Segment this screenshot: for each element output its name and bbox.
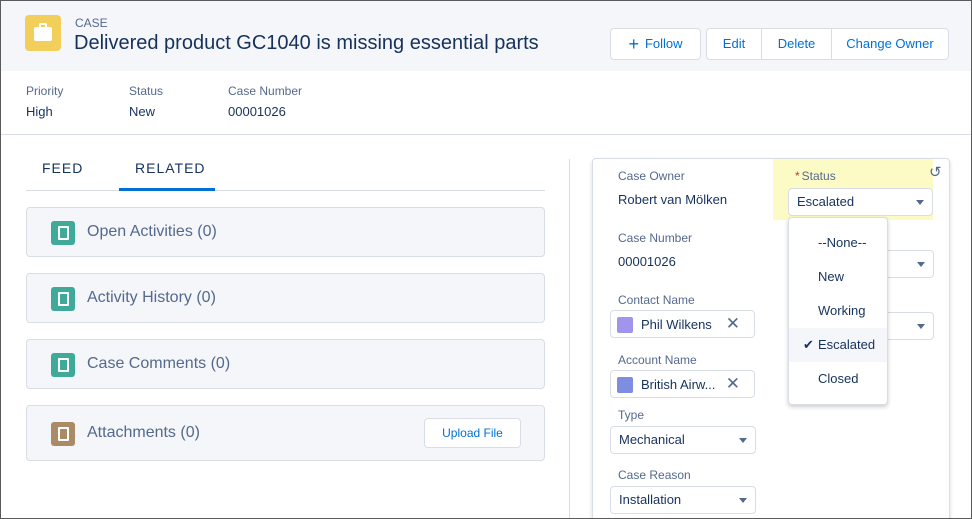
- status-option-closed[interactable]: Closed: [789, 362, 887, 396]
- related-list-open-activities[interactable]: Open Activities (0): [26, 207, 545, 257]
- tab-feed[interactable]: FEED: [42, 160, 83, 176]
- case-reason-label: Case Reason: [618, 468, 691, 482]
- activity-history-icon: [51, 287, 75, 311]
- case-owner-value: Robert van Mölken: [618, 192, 728, 207]
- contact-name-lookup[interactable]: Phil Wilkens ✕: [610, 310, 755, 338]
- related-list-title[interactable]: Activity History (0): [87, 289, 216, 307]
- account-name-label: Account Name: [618, 353, 697, 367]
- active-tab-indicator: [119, 188, 215, 191]
- type-select[interactable]: Mechanical: [610, 426, 756, 454]
- undo-icon[interactable]: ↺: [929, 163, 942, 181]
- contact-name-label: Contact Name: [618, 293, 695, 307]
- status-label-text: Status: [801, 169, 836, 183]
- follow-button[interactable]: + Follow: [610, 28, 701, 60]
- highlight-priority: Priority High: [26, 84, 63, 119]
- case-reason-select-value: Installation: [619, 492, 682, 507]
- plus-icon: +: [628, 34, 639, 54]
- highlight-value: 00001026: [228, 104, 286, 119]
- status-label: * Status: [795, 169, 836, 183]
- status-select-value: Escalated: [797, 194, 855, 209]
- highlight-value: High: [26, 104, 53, 119]
- delete-button[interactable]: Delete: [762, 28, 832, 60]
- related-list-attachments[interactable]: Attachments (0) Upload File: [26, 405, 545, 461]
- chevron-down-icon: [917, 324, 925, 329]
- status-option-escalated[interactable]: ✔ Escalated: [789, 328, 887, 362]
- status-select[interactable]: Escalated: [788, 188, 933, 216]
- chevron-down-icon: [739, 498, 747, 503]
- account-name-value: British Airw...: [641, 377, 716, 392]
- highlight-status: Status New: [129, 84, 163, 119]
- account-name-lookup[interactable]: British Airw... ✕: [610, 370, 755, 398]
- highlight-label: Status: [129, 84, 164, 98]
- origin-select[interactable]: [888, 312, 934, 340]
- highlight-value: New: [129, 104, 156, 119]
- chevron-down-icon: [917, 262, 925, 267]
- contact-icon: [617, 317, 633, 333]
- status-option-working[interactable]: Working: [789, 294, 887, 328]
- related-list-case-comments[interactable]: Case Comments (0): [26, 339, 545, 389]
- inline-edit-panel: ↺ Case Owner Robert van Mölken * Status E…: [592, 158, 950, 518]
- type-select-value: Mechanical: [619, 432, 685, 447]
- column-divider: [569, 159, 570, 518]
- attachment-icon: [51, 422, 75, 446]
- case-number-label: Case Number: [618, 231, 693, 245]
- status-option-label: Escalated: [818, 337, 876, 352]
- upload-file-button[interactable]: Upload File: [424, 418, 521, 448]
- follow-label: Follow: [644, 36, 683, 51]
- edit-button[interactable]: Edit: [706, 28, 762, 60]
- app-frame: CASE Delivered product GC1040 is missing…: [0, 0, 972, 519]
- case-number-value: 00001026: [618, 254, 676, 269]
- status-option-new[interactable]: New: [789, 260, 887, 294]
- clear-account-icon[interactable]: ✕: [726, 374, 740, 394]
- comments-icon: [51, 353, 75, 377]
- related-list-title[interactable]: Open Activities (0): [87, 223, 217, 241]
- activities-icon: [51, 221, 75, 245]
- check-icon: ✔: [803, 337, 814, 352]
- contact-name-value: Phil Wilkens: [641, 317, 712, 332]
- related-list-title[interactable]: Attachments (0): [87, 424, 200, 442]
- status-option-none[interactable]: --None--: [789, 226, 887, 260]
- related-list-activity-history[interactable]: Activity History (0): [26, 273, 545, 323]
- type-label: Type: [618, 408, 645, 422]
- highlight-case-number: Case Number 00001026: [228, 84, 302, 119]
- highlight-label: Case Number: [228, 84, 303, 98]
- page-title: Delivered product GC1040 is missing esse…: [74, 32, 539, 54]
- record-header: CASE Delivered product GC1040 is missing…: [1, 1, 971, 71]
- briefcase-icon: [25, 15, 61, 51]
- required-marker: *: [795, 169, 800, 183]
- object-label: CASE: [75, 16, 108, 30]
- record-actions: Edit Delete Change Owner: [706, 28, 949, 60]
- related-list-title[interactable]: Case Comments (0): [87, 355, 230, 373]
- case-owner-label: Case Owner: [618, 169, 685, 183]
- chevron-down-icon: [739, 438, 747, 443]
- chevron-down-icon: [916, 200, 924, 205]
- change-owner-button[interactable]: Change Owner: [832, 28, 949, 60]
- tab-bar: FEED RELATED: [26, 153, 545, 191]
- priority-select[interactable]: [888, 250, 934, 278]
- status-dropdown-menu: --None-- New Working ✔ Escalated Closed: [788, 217, 888, 405]
- account-icon: [617, 377, 633, 393]
- case-reason-select[interactable]: Installation: [610, 486, 756, 514]
- tab-related[interactable]: RELATED: [135, 160, 206, 176]
- highlight-label: Priority: [26, 84, 64, 98]
- clear-contact-icon[interactable]: ✕: [726, 314, 740, 334]
- highlights-panel: Priority High Status New Case Number 000…: [1, 71, 971, 135]
